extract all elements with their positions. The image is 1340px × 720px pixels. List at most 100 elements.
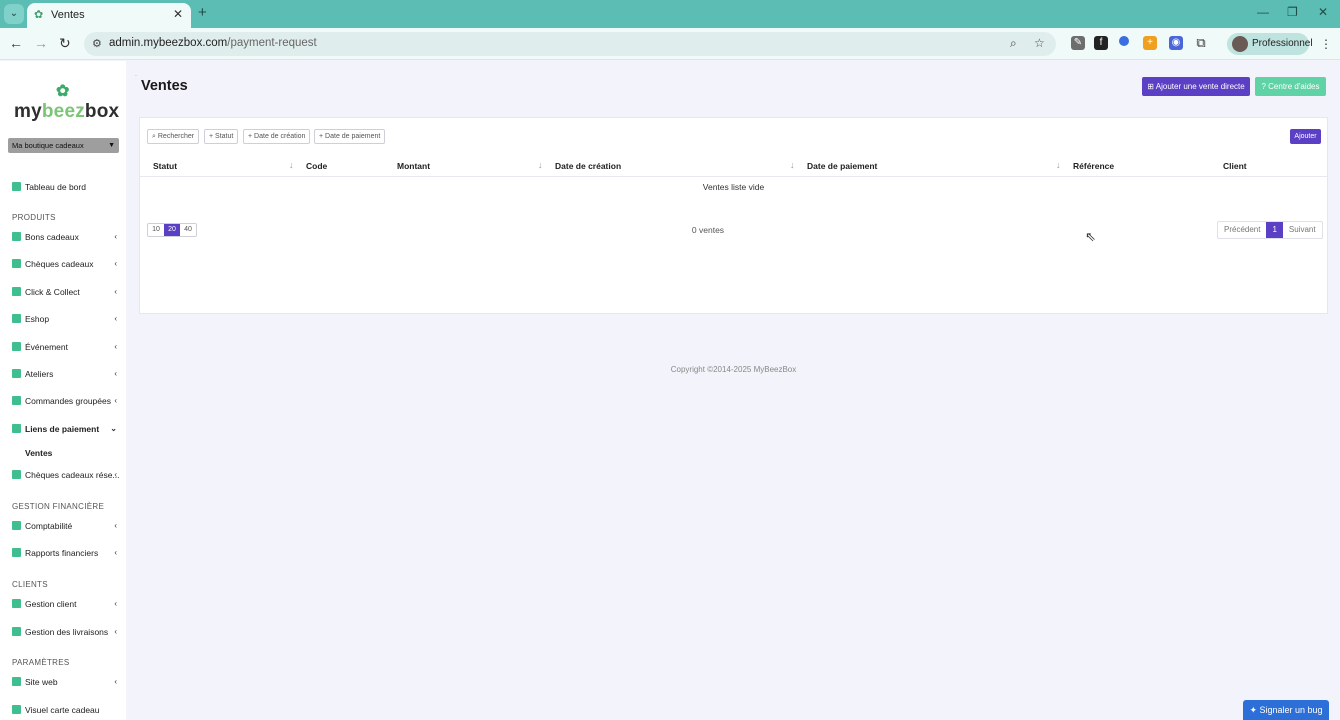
reload-icon[interactable]: ↻ — [59, 35, 71, 52]
url-text: admin.mybeezbox.com/payment-request — [109, 37, 317, 49]
sort-arrow-icon[interactable]: ↓ — [790, 160, 795, 170]
chevron-left-icon: ‹ — [114, 287, 117, 296]
sidebar-item-cheques-cadeaux[interactable]: Chèques cadeaux ‹ — [12, 257, 120, 271]
sidebar: ✿ mybeezbox Ma boutique cadeaux ▼ Tablea… — [0, 61, 126, 720]
report-icon — [12, 548, 21, 557]
chevron-left-icon: ‹ — [114, 342, 117, 351]
chevron-left-icon: ‹ — [114, 599, 117, 608]
user-icon — [12, 599, 21, 608]
sales-card: ⌕ Rechercher + Statut + Date de création… — [139, 117, 1328, 314]
browser-tab[interactable]: ✿ Ventes ✕ — [27, 3, 191, 28]
sidebar-subitem-ventes[interactable]: Ventes — [25, 448, 52, 458]
next-page-button[interactable]: Suivant — [1283, 222, 1322, 238]
extension-icon[interactable] — [1119, 36, 1129, 46]
profile-button[interactable]: Professionnel — [1227, 33, 1313, 55]
link-icon — [12, 424, 21, 433]
sort-arrow-icon[interactable]: ↓ — [289, 160, 294, 170]
page-title: Ventes — [141, 78, 188, 94]
minimize-icon[interactable]: — — [1257, 5, 1269, 19]
back-icon[interactable]: ← — [9, 35, 23, 51]
sidebar-item-eshop[interactable]: Eshop ‹ — [12, 312, 120, 326]
bookmark-star-icon[interactable]: ☆ — [1034, 36, 1045, 50]
payment-date-filter-button[interactable]: + Date de paiement — [314, 129, 386, 144]
sidebar-item-gestion-client[interactable]: Gestion client ‹ — [12, 597, 120, 611]
chevron-left-icon: ‹ — [114, 548, 117, 557]
column-header-code[interactable]: Code — [306, 161, 327, 171]
restore-icon[interactable]: ❐ — [1287, 5, 1298, 19]
section-heading-parametres: PARAMÈTRES — [12, 658, 70, 667]
help-center-button[interactable]: ? Centre d'aides — [1255, 77, 1326, 96]
table-divider — [140, 176, 1327, 177]
add-button[interactable]: Ajouter — [1290, 129, 1321, 144]
sidebar-item-bons-cadeaux[interactable]: Bons cadeaux ‹ — [12, 230, 120, 244]
sidebar-item-visuel-carte[interactable]: Visuel carte cadeau — [12, 703, 120, 717]
previous-page-button[interactable]: Précédent — [1218, 222, 1266, 238]
extension-icon[interactable]: ◉ — [1169, 36, 1183, 50]
report-bug-button[interactable]: ✦ Signaler un bug — [1243, 700, 1329, 720]
chevron-left-icon: ‹ — [114, 314, 117, 323]
column-header-date-paiement[interactable]: Date de paiement — [807, 161, 877, 171]
site-favicon-icon: ✿ — [34, 9, 44, 21]
creation-date-filter-button[interactable]: + Date de création — [243, 129, 311, 144]
current-page-button[interactable]: 1 — [1266, 222, 1283, 238]
copyright: Copyright ©2014-2025 MyBeezBox — [670, 365, 797, 374]
column-header-date-creation[interactable]: Date de création — [555, 161, 621, 171]
new-tab-icon[interactable]: + — [198, 4, 207, 21]
site-info-icon[interactable]: ⚙ — [92, 37, 102, 50]
sidebar-item-ateliers[interactable]: Ateliers ‹ — [12, 367, 120, 381]
sort-arrow-icon[interactable]: ↓ — [1056, 160, 1061, 170]
pagination: Précédent 1 Suivant — [1217, 221, 1323, 239]
shop-select[interactable]: Ma boutique cadeaux ▼ — [8, 138, 119, 153]
sidebar-item-evenement[interactable]: Événement ‹ — [12, 340, 120, 354]
window-close-icon[interactable]: ✕ — [1318, 5, 1328, 19]
sidebar-item-rapports[interactable]: Rapports financiers ‹ — [12, 546, 120, 560]
basket-icon — [12, 396, 21, 405]
tab-search-button[interactable]: ⌄ — [4, 4, 24, 24]
plus-icon: + — [319, 133, 324, 140]
extension-icon[interactable]: + — [1143, 36, 1157, 50]
extension-icon[interactable]: ✎ — [1071, 36, 1085, 50]
column-header-statut[interactable]: Statut — [153, 161, 177, 171]
extensions-puzzle-icon[interactable]: ⧉ — [1194, 36, 1208, 50]
browser-toolbar: ← → ↻ ⚙ admin.mybeezbox.com/payment-requ… — [0, 28, 1340, 60]
column-header-reference[interactable]: Référence — [1073, 161, 1114, 171]
zoom-icon[interactable]: ⌕ — [1010, 36, 1017, 51]
forward-icon[interactable]: → — [34, 35, 48, 51]
sidebar-item-comptabilite[interactable]: Comptabilité ‹ — [12, 519, 120, 533]
globe-icon — [12, 677, 21, 686]
network-icon — [12, 470, 21, 479]
chevron-left-icon: ‹ — [114, 521, 117, 530]
sales-count: 0 ventes — [691, 225, 725, 235]
sidebar-item-commandes-groupees[interactable]: Commandes groupées ‹ — [12, 394, 120, 408]
mouse-cursor-icon: ⇖ — [1085, 229, 1096, 244]
sidebar-item-liens-paiement[interactable]: Liens de paiement ⌄ — [12, 422, 120, 436]
chevron-left-icon: ‹ — [114, 232, 117, 241]
close-tab-icon[interactable]: ✕ — [173, 7, 183, 21]
sort-arrow-icon[interactable]: ↓ — [538, 160, 543, 170]
card-icon — [12, 705, 21, 714]
bee-leaf-icon: ✿ — [56, 83, 70, 100]
sidebar-item-site-web[interactable]: Site web ‹ — [12, 675, 120, 689]
avatar — [1232, 36, 1248, 52]
search-icon: ⌕ — [152, 133, 156, 140]
browser-menu-icon[interactable]: ⋮ — [1320, 37, 1332, 51]
logo[interactable]: ✿ mybeezbox — [14, 83, 119, 123]
shop-icon — [12, 314, 21, 323]
accounting-icon — [12, 521, 21, 530]
sidebar-item-dashboard[interactable]: Tableau de bord — [12, 180, 120, 194]
chevron-left-icon: ‹ — [114, 470, 117, 479]
browser-tabbar: ⌄ ✿ Ventes ✕ + — ❐ ✕ — [0, 0, 1340, 28]
column-header-montant[interactable]: Montant — [397, 161, 430, 171]
dashboard-icon — [12, 182, 21, 191]
status-filter-button[interactable]: + Statut — [204, 129, 239, 144]
address-bar[interactable]: ⚙ admin.mybeezbox.com/payment-request ⌕ … — [84, 32, 1056, 56]
sidebar-item-gestion-livraisons[interactable]: Gestion des livraisons ‹ — [12, 625, 120, 639]
calendar-icon — [12, 342, 21, 351]
extension-icon[interactable]: f — [1094, 36, 1108, 50]
search-filter-button[interactable]: ⌕ Rechercher — [147, 129, 200, 144]
sidebar-item-cheques-reseau[interactable]: Chèques cadeaux rése... ‹ — [12, 468, 120, 482]
plus-icon: + — [248, 133, 253, 140]
add-direct-sale-button[interactable]: ⊞ Ajouter une vente directe — [1142, 77, 1250, 96]
sidebar-item-click-collect[interactable]: Click & Collect ‹ — [12, 285, 120, 299]
column-header-client[interactable]: Client — [1223, 161, 1247, 171]
